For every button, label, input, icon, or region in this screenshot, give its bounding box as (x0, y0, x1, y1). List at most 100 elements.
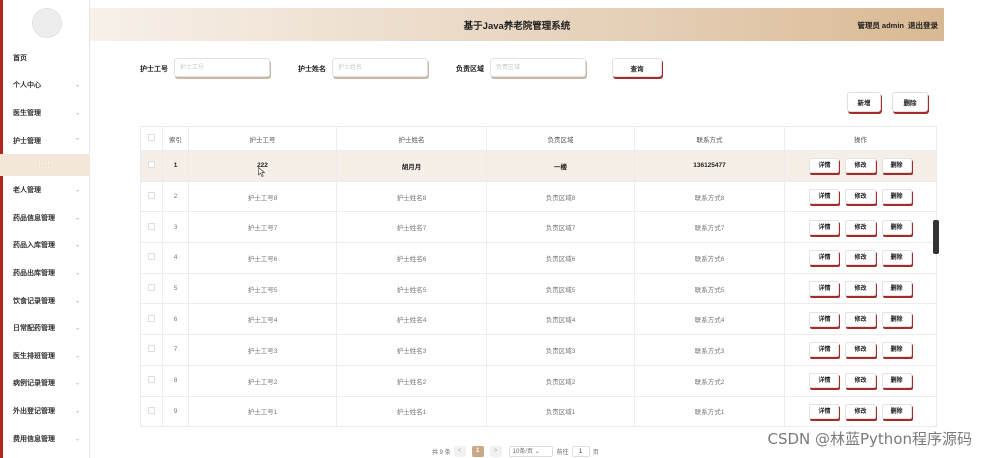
page-button-current[interactable]: 1 (471, 445, 484, 457)
row-select-cell[interactable] (140, 150, 163, 182)
delete-button[interactable]: 删除 (881, 311, 912, 327)
cell-contact: 136125477 (634, 150, 785, 182)
sidebar-item-nurse-management[interactable]: 护士管理 ⌃ (0, 127, 90, 155)
checkbox[interactable] (148, 253, 155, 261)
query-button[interactable]: 查询 (612, 58, 662, 77)
delete-button[interactable]: 删除 (881, 189, 912, 205)
batch-delete-button[interactable]: 删除 (892, 92, 928, 112)
detail-button[interactable]: 详情 (809, 311, 840, 327)
edit-button[interactable]: 修改 (845, 281, 876, 297)
detail-button[interactable]: 详情 (809, 219, 840, 235)
sidebar-item-outing-register[interactable]: 外出登记管理 ⌄ (0, 397, 90, 425)
detail-button[interactable]: 详情 (809, 158, 840, 174)
checkbox[interactable] (148, 134, 155, 141)
sidebar-item-daily-dispense[interactable]: 日常配药管理 ⌄ (0, 314, 90, 342)
checkbox[interactable] (148, 314, 155, 322)
detail-button[interactable]: 详情 (809, 403, 840, 419)
detail-button[interactable]: 详情 (809, 281, 840, 297)
goto-page-input[interactable]: 1 (571, 445, 590, 457)
total-count: 共 9 条 (432, 449, 451, 456)
table-row[interactable]: 4 护士工号6 护士姓名6 负责区域6 联系方式6 详情 修改 删除 (140, 242, 937, 274)
delete-button[interactable]: 删除 (881, 250, 912, 266)
edit-button[interactable]: 修改 (845, 250, 876, 266)
sidebar-item-drug-outbound[interactable]: 药品出库管理 ⌄ (0, 259, 90, 287)
area-input[interactable] (490, 58, 586, 77)
table-row[interactable]: 5 护士工号5 护士姓名5 负责区域5 联系方式5 详情 修改 删除 (140, 272, 937, 305)
edit-button[interactable]: 修改 (845, 219, 876, 235)
detail-button[interactable]: 详情 (809, 342, 840, 358)
next-page-button[interactable]: > (489, 445, 502, 457)
sidebar-item-elder-management[interactable]: 老人管理 ⌄ (0, 176, 90, 204)
nurse-id-input[interactable] (174, 58, 270, 77)
checkbox[interactable] (148, 284, 155, 292)
delete-button[interactable]: 删除 (881, 403, 912, 419)
edit-button[interactable]: 修改 (845, 189, 876, 205)
cell-operations: 详情 修改 删除 (784, 334, 937, 366)
edit-button[interactable]: 修改 (845, 373, 876, 389)
sidebar-item-case-record[interactable]: 病例记录管理 ⌄ (0, 370, 90, 398)
delete-button[interactable]: 删除 (881, 281, 912, 297)
column-header: 索引 (162, 126, 189, 151)
cell-area: 一楼 (486, 150, 635, 182)
edit-button[interactable]: 修改 (845, 403, 876, 419)
detail-button[interactable]: 详情 (809, 189, 840, 205)
table-row[interactable]: 3 护士工号7 护士姓名7 负责区域7 联系方式7 详情 修改 删除 (140, 211, 937, 244)
checkbox[interactable] (148, 406, 155, 414)
sidebar-item-diet-record[interactable]: 饮食记录管理 ⌄ (0, 287, 90, 315)
table-row[interactable]: 2 护士工号8 护士姓名8 负责区域8 联系方式8 详情 修改 删除 (140, 180, 937, 213)
cell-nurse-id: 护士工号4 (188, 303, 337, 336)
detail-button[interactable]: 详情 (809, 373, 840, 389)
row-select-cell[interactable] (140, 180, 163, 213)
sidebar-item-fee-info[interactable]: 费用信息管理 ⌄ (0, 425, 90, 453)
sidebar-item-drug-info[interactable]: 药品信息管理 ⌄ (0, 204, 90, 232)
delete-button[interactable]: 删除 (881, 219, 912, 235)
sidebar-item-label: 药品入库管理 (13, 242, 55, 250)
edit-button[interactable]: 修改 (845, 342, 876, 358)
sidebar-subitem-nurse[interactable]: 护士 (0, 154, 90, 177)
scrollbar-thumb[interactable] (933, 220, 939, 254)
row-select-cell[interactable] (140, 364, 163, 397)
table-row[interactable]: 6 护士工号4 护士姓名4 负责区域4 联系方式4 详情 修改 删除 (140, 303, 937, 336)
nurse-id-label: 护士工号 (140, 66, 168, 73)
sidebar-item-label: 外出登记管理 (13, 407, 55, 415)
select-all-cell[interactable] (140, 126, 163, 151)
row-select-cell[interactable] (140, 303, 163, 336)
row-select-cell[interactable] (140, 334, 163, 366)
row-select-cell[interactable] (140, 211, 163, 244)
delete-button[interactable]: 删除 (881, 373, 912, 389)
sidebar-item-label: 药品信息管理 (13, 214, 55, 222)
edit-button[interactable]: 修改 (845, 311, 876, 327)
cell-index: 5 (162, 272, 189, 305)
cell-contact: 联系方式1 (634, 395, 785, 428)
cell-operations: 详情 修改 删除 (784, 395, 937, 428)
edit-button[interactable]: 修改 (845, 158, 876, 174)
row-select-cell[interactable] (140, 242, 163, 274)
prev-page-button[interactable]: < (453, 445, 466, 457)
sidebar-item-home[interactable]: 首页 (0, 44, 90, 72)
detail-button[interactable]: 详情 (809, 250, 840, 266)
table-row[interactable]: 8 护士工号2 护士姓名2 负责区域2 联系方式2 详情 修改 删除 (140, 364, 937, 397)
add-button[interactable]: 新增 (847, 92, 881, 112)
sidebar-item-drug-inbound[interactable]: 药品入库管理 ⌄ (0, 232, 90, 260)
table-row[interactable]: 7 护士工号3 护士姓名3 负责区域3 联系方式3 详情 修改 删除 (140, 334, 937, 366)
checkbox[interactable] (148, 161, 155, 169)
sidebar-item-doctor-schedule[interactable]: 医生排班管理 ⌄ (0, 342, 90, 370)
delete-button[interactable]: 删除 (881, 342, 912, 358)
checkbox[interactable] (148, 192, 155, 200)
delete-button[interactable]: 删除 (881, 158, 912, 174)
logout-link[interactable]: 退出登录 (908, 21, 938, 30)
nurse-name-input[interactable] (332, 58, 428, 77)
checkbox[interactable] (148, 376, 155, 384)
chevron-down-icon: ⌄ (74, 298, 80, 305)
table-row[interactable]: 9 护士工号1 护士姓名1 负责区域1 联系方式1 详情 修改 删除 (140, 395, 937, 428)
sidebar-item-label: 个人中心 (13, 82, 41, 90)
row-select-cell[interactable] (140, 272, 163, 305)
checkbox[interactable] (148, 222, 155, 230)
checkbox[interactable] (148, 345, 155, 353)
cell-area: 负责区域5 (486, 272, 635, 305)
page-size-select[interactable]: 10条/页 ⌄ (508, 445, 553, 457)
cell-nurse-name: 护士姓名1 (336, 395, 487, 428)
sidebar-item-personal-center[interactable]: 个人中心 ⌄ (0, 72, 90, 100)
row-select-cell[interactable] (140, 395, 163, 428)
sidebar-item-doctor-management[interactable]: 医生管理 ⌄ (0, 99, 90, 127)
